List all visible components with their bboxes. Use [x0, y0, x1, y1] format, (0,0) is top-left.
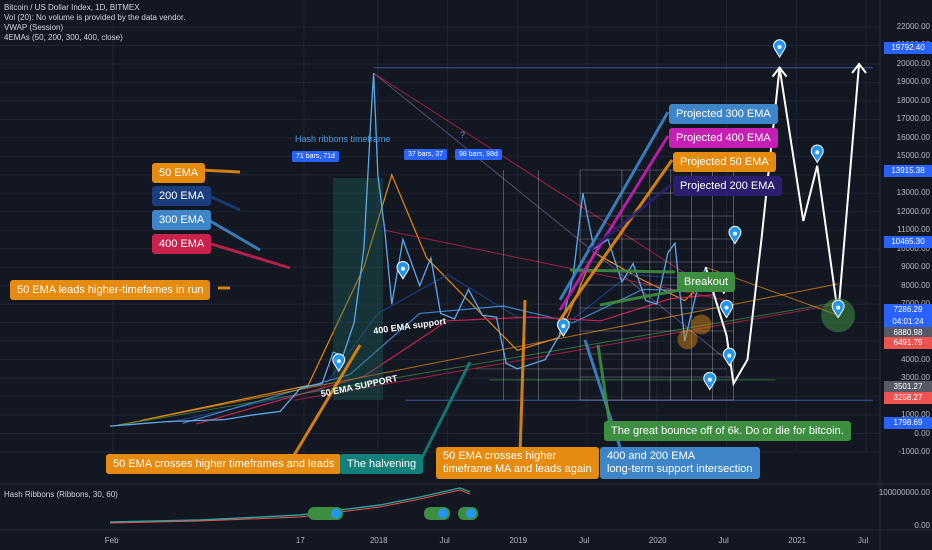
y-tick-label: 11000.00 [897, 225, 930, 235]
hash-ribbon-line-slow [109, 489, 471, 524]
y-tick-label: 22000.00 [896, 22, 930, 31]
y-tick-label: 9000.00 [901, 262, 930, 272]
callout-proj-200: Projected 200 EMA [673, 176, 782, 196]
map-pin-markers [332, 39, 845, 391]
y-tick-label: 8000.00 [901, 280, 930, 290]
y-tick-label: 18000.00 [896, 95, 930, 105]
callout-support-intersection: 400 and 200 EMA long-term support inters… [600, 447, 760, 479]
price-label: 6491.79 [884, 337, 932, 349]
x-tick-label: Jul [858, 536, 869, 545]
buy-signal-dot [438, 508, 448, 519]
price-label: 7286.29 [884, 304, 932, 316]
map-pin-dot [727, 353, 732, 358]
map-pin-dot [724, 305, 729, 310]
callout-connector [199, 168, 241, 174]
hash-axis-label: 0.00 [914, 521, 930, 530]
vwap-legend: VWAP (Session) [4, 23, 64, 32]
hash-axis-label: 100000000.00 [878, 488, 930, 497]
map-pin-dot [815, 150, 820, 155]
bars-tag-98: 98 bars, 98d [455, 149, 502, 160]
x-tick-label: 17 [295, 536, 305, 545]
buy-signal-dot [331, 508, 341, 519]
y-tick-label: 0.00 [914, 428, 930, 438]
cross-circle [677, 329, 698, 350]
x-tick-label: Feb [104, 536, 119, 545]
callout-50-ema-leads: 50 EMA leads higher-timefames in run [10, 280, 211, 300]
hash-ribbons-panel [109, 487, 478, 524]
hash-ribbons-timeframe-label: Hash ribbons timeframe [295, 134, 391, 144]
y-tick-label: 13000.00 [896, 188, 930, 198]
map-pin-dot [836, 305, 841, 310]
chart-title: Bitcoin / US Dollar Index, 1D, BITMEX [4, 3, 140, 12]
map-pin-dot [400, 266, 405, 271]
y-tick-label: 16000.00 [896, 132, 930, 142]
callout-proj-300: Projected 300 EMA [669, 104, 778, 124]
emas-legend: 4EMAs (50, 200, 300, 400, close) [4, 33, 123, 42]
callout-breakout: Breakout [677, 272, 736, 292]
x-tick-label: 2021 [788, 536, 807, 545]
price-label: 3258.27 [884, 392, 932, 404]
map-pin-dot [561, 324, 566, 329]
callout-50-ema: 50 EMA [152, 163, 206, 183]
x-tick-label: Jul [718, 536, 729, 545]
callout-400-ema: 400 EMA [152, 234, 212, 254]
y-tick-label: 15000.00 [896, 151, 930, 161]
y-tick-label: 12000.00 [896, 206, 930, 216]
question-mark: ? [460, 130, 466, 140]
x-tick-label: 2020 [648, 536, 667, 545]
y-tick-label: 17000.00 [896, 114, 930, 124]
callout-connector [204, 240, 291, 270]
callout-300-ema: 300 EMA [152, 210, 212, 230]
price-label: 10465.30 [884, 236, 932, 248]
callout-proj-400: Projected 400 EMA [669, 128, 778, 148]
x-tick-label: 2019 [509, 536, 528, 545]
bars-tag-71: 71 bars, 71d [292, 151, 339, 162]
callout-halvening: The halvening [340, 454, 424, 474]
cross-circle [691, 314, 712, 335]
callout-proj-50: Projected 50 EMA [673, 152, 776, 172]
map-pin-dot [777, 45, 782, 50]
map-pin-dot [732, 231, 737, 236]
bars-tag-37: 37 bars, 37 [404, 149, 448, 160]
callout-connector [288, 344, 362, 463]
callout-200-ema: 200 EMA [152, 186, 212, 206]
price-label: 13915.38 [884, 165, 932, 177]
callout-connector [599, 288, 681, 307]
buy-signal-dot [466, 508, 476, 519]
x-tick-label: Jul [579, 536, 590, 545]
callout-crosses-again: 50 EMA crosses higher timeframe MA and l… [436, 447, 599, 479]
x-tick-label: Jul [439, 536, 450, 545]
y-tick-label: 4000.00 [901, 354, 930, 364]
y-tick-label: 20000.00 [896, 58, 930, 68]
price-label: 19792.40 [884, 42, 932, 54]
callout-connectors [199, 111, 681, 463]
map-pin-dot [336, 359, 341, 364]
x-tick-label: 2018 [369, 536, 388, 545]
hash-ribbons-legend: Hash Ribbons (Ribbons, 30, 60) [4, 490, 118, 499]
map-pin-dot [707, 377, 712, 382]
y-tick-label: -1000.00 [898, 447, 930, 456]
y-tick-label: 19000.00 [896, 77, 930, 87]
volume-legend: Vol (20): No volume is provided by the d… [4, 13, 186, 22]
callout-crosses-higher: 50 EMA crosses higher timeframes and lea… [106, 454, 342, 474]
price-label: 1798.69 [884, 417, 932, 429]
callout-great-bounce: The great bounce off of 6k. Do or die fo… [604, 421, 851, 441]
